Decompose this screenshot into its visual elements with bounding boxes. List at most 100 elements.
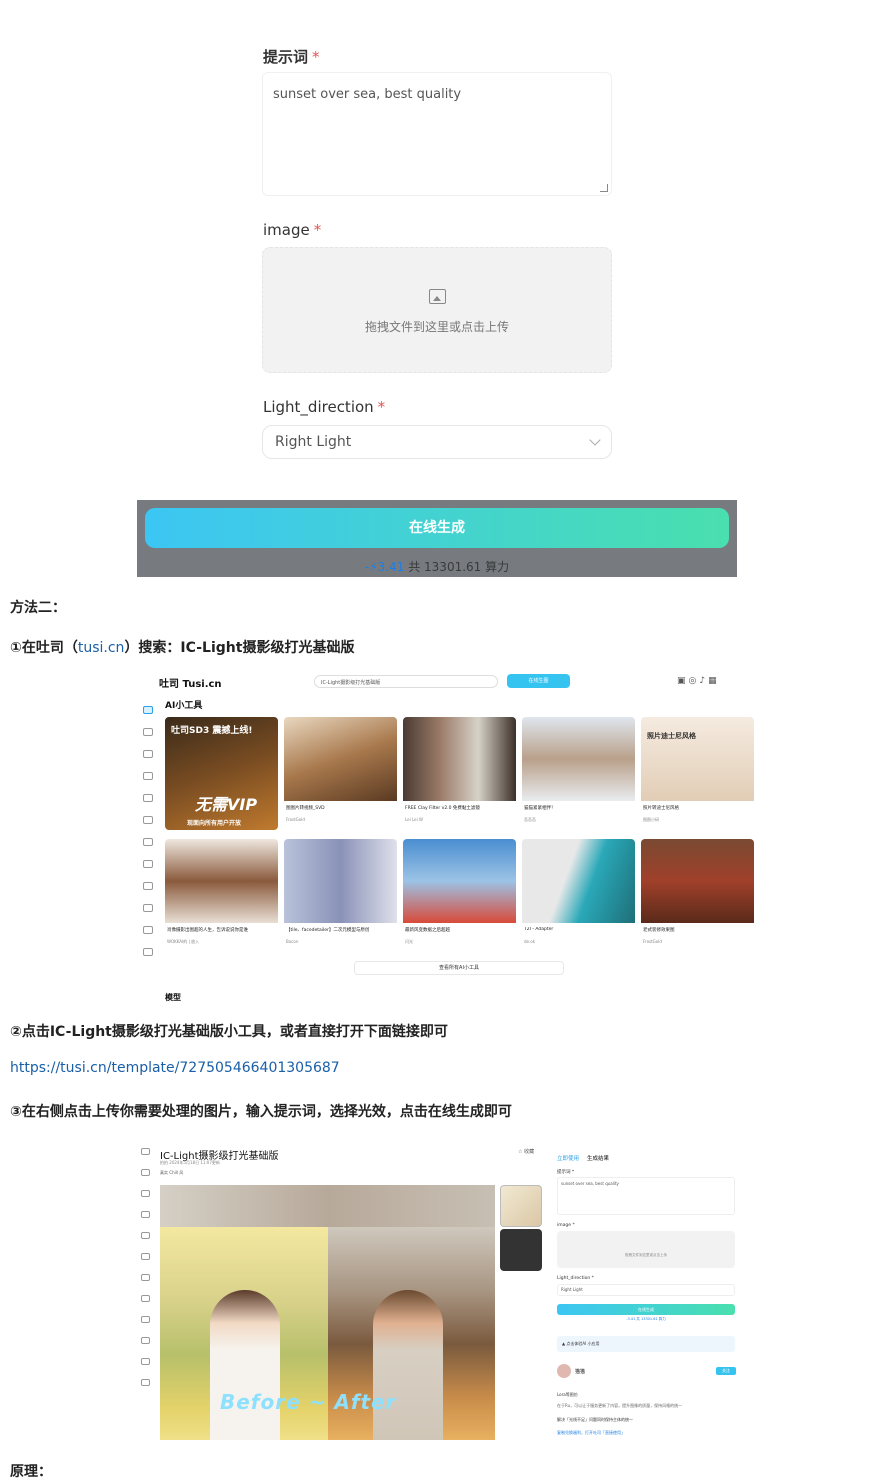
card-thumb [403, 717, 516, 801]
author-name[interactable]: 猫猫 [575, 1368, 585, 1375]
panel-upload-dropzone[interactable]: 拖拽文件到这里或点击上传 [557, 1231, 735, 1268]
tool-card[interactable]: 图图片转视频_SVD FrostGold [284, 717, 397, 830]
model-section-label: 模型 [165, 993, 181, 1002]
card-meta: 闪光 [405, 939, 413, 944]
card-meta: 吾吾吾 [524, 817, 536, 822]
prompt-label: 提示词 * [263, 46, 320, 67]
image-label-text: image [263, 221, 310, 239]
community-icon[interactable] [143, 882, 153, 890]
image-icon [429, 289, 446, 304]
card-caption: 最新风变数据之后超越 [405, 928, 450, 933]
card-caption: 肖像摄影出图超的人生，告诉说说你是谁 [167, 928, 248, 933]
award-icon[interactable] [141, 1379, 150, 1386]
model-icon[interactable] [143, 750, 153, 758]
tool-card[interactable]: 照片迪士尼风格 照片转迪士尼风格 图图小研 [641, 717, 754, 830]
gallery-icon[interactable] [143, 904, 153, 912]
gallery-search-input[interactable]: IC-Light摄影级打光基础版 [314, 675, 498, 688]
thumbnail-1[interactable] [500, 1185, 542, 1227]
before-after-image: Before ~ After [160, 1185, 495, 1440]
workflow-icon[interactable] [143, 838, 153, 846]
tool-card[interactable]: 猫猫紧紧相伴！ 吾吾吾 [522, 717, 635, 830]
panel-promo[interactable]: ▲ 点击体验AI 小应用 [557, 1336, 735, 1352]
trophy-icon[interactable] [143, 794, 153, 802]
panel-cost: -3.41 共 13301.61 算力 [626, 1317, 666, 1321]
prompt-value: sunset over sea, best quality [273, 87, 462, 102]
tool-card[interactable]: 吐司SD3 震撼上线! 无需VIP 现面向所有用户开放 [165, 717, 278, 830]
panel-prompt-input[interactable]: sunset over sea, best quality [557, 1177, 735, 1215]
bolt-icon: ⚡ [369, 560, 378, 574]
ai-tool-icon[interactable] [143, 728, 153, 736]
principle-heading: 原理： [10, 1464, 52, 1480]
gallery-sidebar [137, 698, 159, 998]
card-vip-sub: 现面向所有用户开放 [187, 820, 242, 827]
avatar[interactable] [557, 1364, 571, 1378]
award-icon[interactable] [143, 948, 153, 956]
tab-results[interactable]: 生成结果 [587, 1156, 609, 1162]
thumbnail-2[interactable] [500, 1229, 542, 1271]
template-url-link[interactable]: https://tusi.cn/template/727505466401305… [10, 1060, 340, 1076]
light-direction-select[interactable]: Right Light [262, 425, 612, 459]
method2-heading: 方法二： [10, 600, 66, 616]
card-meta: 图图小研 [643, 817, 659, 822]
topbar-icons[interactable]: ▣◎♪▦ [677, 676, 720, 686]
ai-tool-icon[interactable] [141, 1169, 150, 1176]
tool-card[interactable]: 肖像摄影出图超的人生，告诉说说你是谁 WOKKAI的 | 放入 [165, 839, 278, 952]
favorite-button[interactable]: ☆ 收藏 [518, 1148, 534, 1155]
image-icon[interactable] [143, 772, 153, 780]
card-caption: 图图片转视频_SVD [286, 806, 325, 811]
edit-icon[interactable] [141, 1358, 150, 1365]
trophy-icon[interactable] [141, 1232, 150, 1239]
tool-card[interactable]: FREE Clay Filter v2.0 免费黏土滤镜 Lei Lei W [403, 717, 516, 830]
home-icon[interactable] [143, 706, 153, 714]
panel-prompt-value: sunset over sea, best quality [561, 1181, 619, 1186]
tusi-logo[interactable]: 吐司 Tusi.cn [159, 675, 222, 690]
follow-button[interactable]: 关注 [716, 1367, 736, 1375]
card-thumb [641, 717, 754, 801]
tool-card[interactable]: T2I - Adapter de.ok [522, 839, 635, 952]
resize-grip-icon[interactable] [600, 184, 608, 192]
gallery-icon[interactable] [141, 1337, 150, 1344]
workflow-icon[interactable] [141, 1274, 150, 1281]
panel-generate-button[interactable]: 在线生成 [557, 1304, 735, 1315]
gallery-screenshot: 吐司 Tusi.cn IC-Light摄影级打光基础版 在线生图 ▣◎♪▦ AI… [137, 668, 754, 1008]
tool-card[interactable]: 【tile、facedetailer】二次元模型与原创 Bacon [284, 839, 397, 952]
card-caption: 老式装修效果图 [643, 928, 675, 933]
tab-use-now[interactable]: 立即使用 [557, 1156, 579, 1162]
image-icon[interactable] [141, 1211, 150, 1218]
card-caption: T2I - Adapter [524, 927, 554, 932]
cost-total: 共 13301.61 算力 [408, 560, 510, 574]
model-icon[interactable] [141, 1190, 150, 1197]
generate-button[interactable]: 在线生成 [145, 508, 729, 548]
step1-suffix: ）搜索：IC-Light摄影级打光基础版 [124, 640, 355, 656]
card-vip-text: 无需VIP [195, 795, 258, 814]
tool-card[interactable]: 最新风变数据之后超越 闪光 [403, 839, 516, 952]
image-upload-dropzone[interactable]: 拖拽文件到这里或点击上传 [262, 247, 612, 373]
detail-line: Lora等图仿 [557, 1392, 578, 1397]
camera-icon[interactable] [143, 816, 153, 824]
gallery-topbar: 吐司 Tusi.cn IC-Light摄影级打光基础版 在线生图 ▣◎♪▦ [137, 668, 737, 696]
panel-light-select[interactable]: Right Light [557, 1284, 735, 1296]
tool-card[interactable]: 老式装修效果图 FrostGold [641, 839, 754, 952]
online-generate-button[interactable]: 在线生图 [507, 674, 570, 688]
3d-icon[interactable] [141, 1295, 150, 1302]
required-mark: * [313, 221, 322, 239]
view-all-tools-button[interactable]: 查看所有AI小工具 [354, 961, 564, 975]
light-direction-label-text: Light_direction [263, 398, 374, 416]
3d-icon[interactable] [143, 860, 153, 868]
card-thumb [522, 717, 635, 801]
card-overlay-title: 吐司SD3 震撼上线! [171, 726, 253, 736]
tusi-link[interactable]: tusi.cn [78, 640, 125, 656]
prompt-textarea[interactable]: sunset over sea, best quality [262, 72, 612, 196]
camera-icon[interactable] [141, 1253, 150, 1260]
light-direction-label: Light_direction * [263, 398, 385, 416]
detail-line: 解决「光线不足」问题同时保持主体的统一 [557, 1417, 633, 1422]
edit-icon[interactable] [143, 926, 153, 934]
home-icon[interactable] [141, 1148, 150, 1155]
panel-upload-hint: 拖拽文件到这里或点击上传 [625, 1253, 667, 1257]
community-icon[interactable] [141, 1316, 150, 1323]
form-screenshot: 提示词 * sunset over sea, best quality image… [137, 0, 737, 500]
panel-prompt-label: 提示词 * [557, 1170, 575, 1175]
step1-prefix: ①在吐司（ [10, 640, 78, 656]
step3-line: ③在右侧点击上传你需要处理的图片，输入提示词，选择光效，点击在线生成即可 [10, 1104, 512, 1120]
panel-light-label: Light_direction * [557, 1276, 594, 1281]
